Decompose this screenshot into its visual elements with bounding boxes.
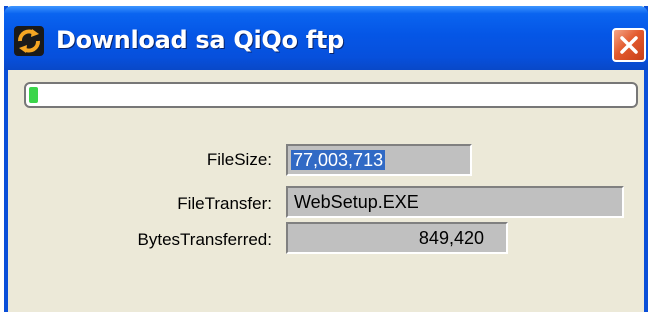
bytes-transferred-field[interactable]: 849,420 xyxy=(286,222,508,254)
filesize-label: FileSize: xyxy=(206,150,272,169)
close-button[interactable] xyxy=(612,28,646,62)
dialog-content: FileSize: 77,003,713 FileTransfer: WebSe… xyxy=(8,70,644,312)
download-progress-bar xyxy=(24,82,638,108)
window-title: Download sa QiQo ftp xyxy=(56,26,344,54)
filetransfer-label: FileTransfer: xyxy=(177,194,272,213)
filesize-value: 77,003,713 xyxy=(291,150,386,170)
qiqo-app-icon xyxy=(14,26,44,56)
filetransfer-value: WebSetup.EXE xyxy=(294,192,419,212)
bytes-transferred-value: 849,420 xyxy=(418,228,484,248)
bytes-transferred-label: BytesTransferred: xyxy=(137,230,272,249)
filetransfer-field[interactable]: WebSetup.EXE xyxy=(286,186,624,218)
filesize-field[interactable]: 77,003,713 xyxy=(286,144,472,176)
progress-fill xyxy=(29,87,39,103)
close-icon xyxy=(620,36,638,54)
title-bar[interactable]: Download sa QiQo ftp xyxy=(4,6,648,70)
